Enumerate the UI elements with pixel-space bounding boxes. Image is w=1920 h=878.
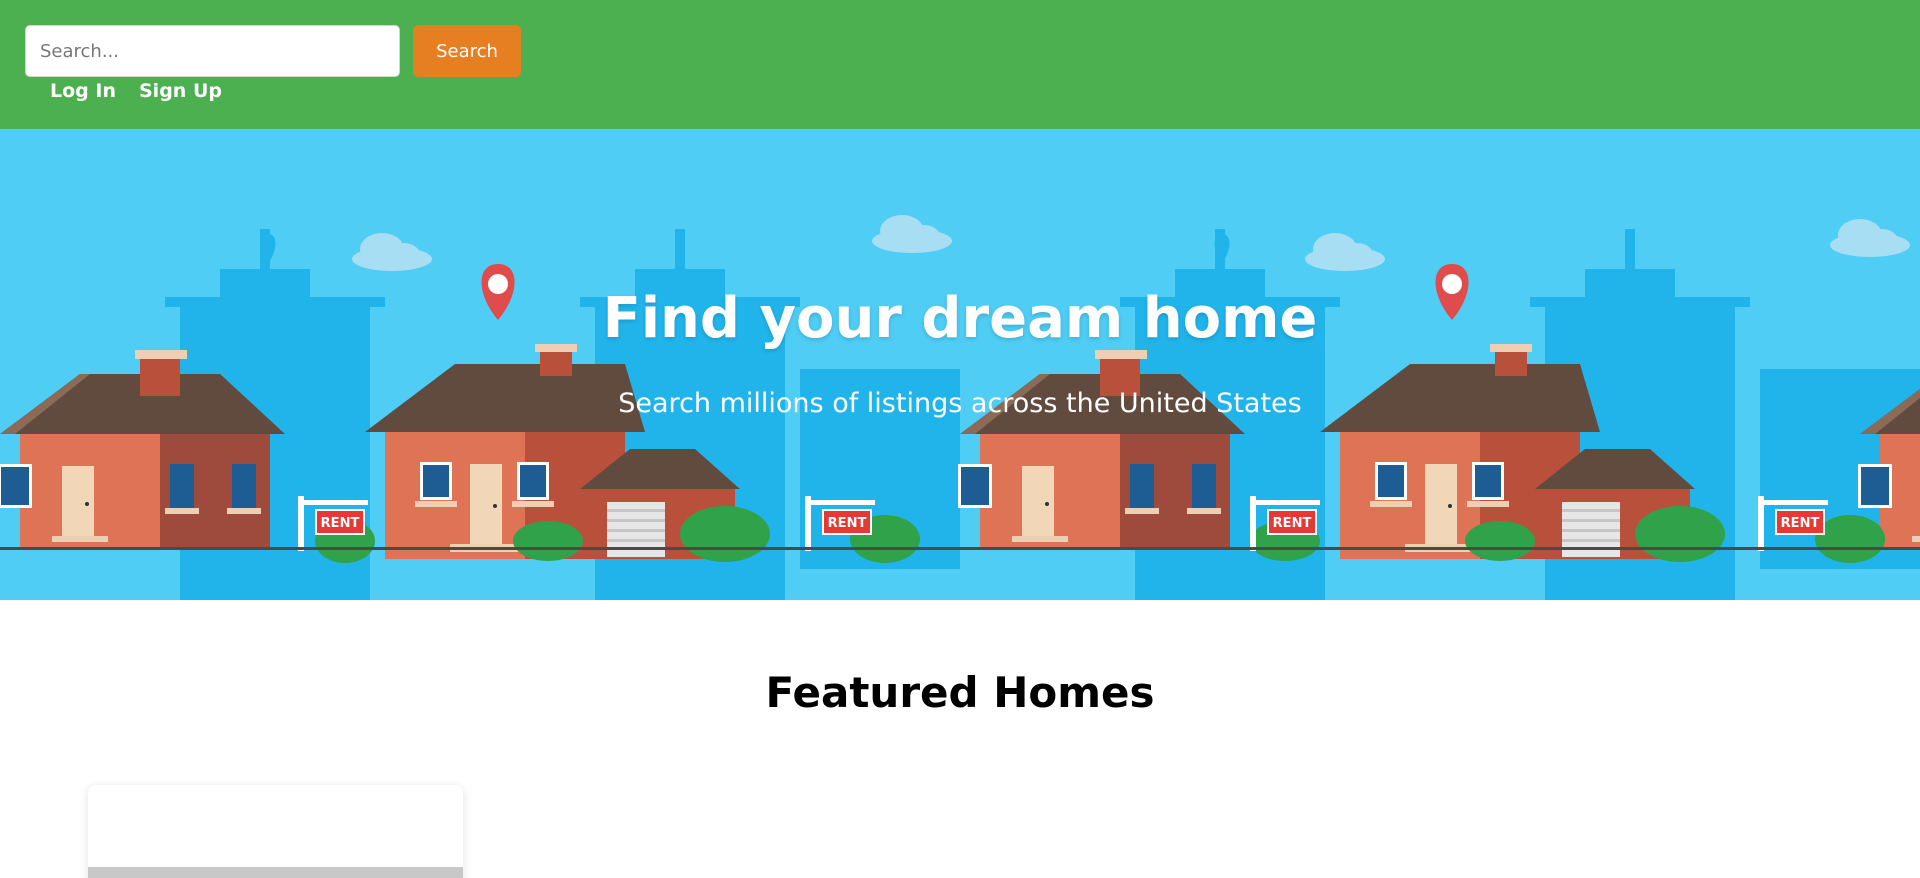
neighborhood-illustration: RENT	[0, 215, 1920, 600]
featured-homes-heading: Featured Homes	[765, 668, 1155, 717]
hero-subtitle: Search millions of listings across the U…	[618, 388, 1302, 419]
hero-banner: RENT Find your dream home Search million…	[0, 129, 1920, 600]
search-input[interactable]	[25, 25, 400, 77]
login-link[interactable]: Log In	[50, 80, 116, 102]
listing-image-placeholder	[88, 867, 463, 878]
search-button[interactable]: Search	[413, 25, 521, 77]
hero-title: Find your dream home	[602, 286, 1318, 351]
site-header: Search Log In Sign Up	[0, 0, 1920, 129]
listing-card[interactable]	[88, 785, 463, 878]
signup-link[interactable]: Sign Up	[139, 80, 222, 102]
